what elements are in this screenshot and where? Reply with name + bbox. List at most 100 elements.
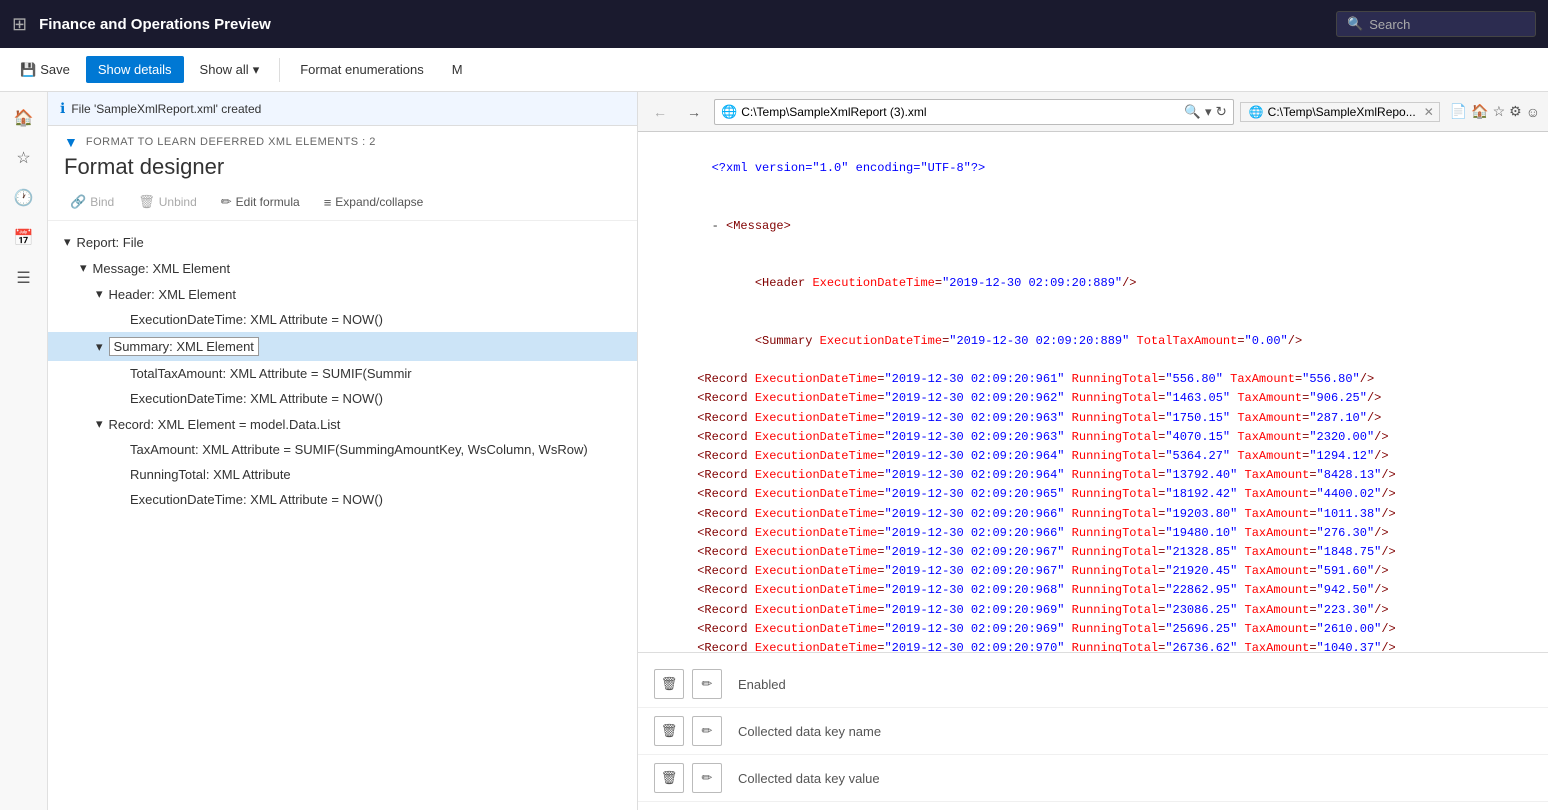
happy-face-icon[interactable]: ☺ bbox=[1526, 104, 1540, 120]
tab-close-icon[interactable]: ✕ bbox=[1424, 105, 1434, 119]
prop-row-enabled: 🗑 ✏ Enabled bbox=[638, 661, 1548, 708]
address-bar: 🌐 🔍 ▾ ↻ bbox=[714, 99, 1234, 125]
tree-item-selected[interactable]: ▾ Summary: XML Element bbox=[48, 332, 637, 361]
home-icon[interactable]: 🏠 bbox=[1471, 103, 1488, 120]
tree-item[interactable]: ▾ Header: XML Element bbox=[48, 281, 637, 307]
xml-records: <Record ExecutionDateTime="2019-12-30 02… bbox=[654, 370, 1532, 652]
tree-item[interactable]: ▾ Record: XML Element = model.Data.List bbox=[48, 411, 637, 437]
address-search-icon[interactable]: 🔍 bbox=[1184, 104, 1201, 120]
prop-delete-button-2[interactable]: 🗑 bbox=[654, 716, 684, 746]
more-button[interactable]: M bbox=[440, 56, 475, 83]
tree-item[interactable]: ▾ Message: XML Element bbox=[48, 255, 637, 281]
edit-formula-button[interactable]: ✏ Edit formula bbox=[215, 190, 306, 214]
trash-icon: 🗑 bbox=[138, 194, 155, 210]
save-button[interactable]: 💾 Save bbox=[8, 56, 82, 84]
new-tab-icon[interactable]: 📄 bbox=[1450, 103, 1467, 120]
search-input[interactable] bbox=[1369, 17, 1509, 32]
xml-record-line: <Record ExecutionDateTime="2019-12-30 02… bbox=[654, 428, 1532, 447]
address-input[interactable] bbox=[741, 105, 1180, 119]
link-icon: 🔗 bbox=[70, 194, 86, 210]
dropdown-icon: ▾ bbox=[253, 62, 260, 78]
tree-item[interactable]: ▾ Report: File bbox=[48, 229, 637, 255]
tree-item[interactable]: RunningTotal: XML Attribute bbox=[48, 462, 637, 487]
list-expand-icon: ≡ bbox=[324, 195, 332, 210]
address-dropdown-icon[interactable]: ▾ bbox=[1205, 104, 1212, 120]
xml-record-line: <Record ExecutionDateTime="2019-12-30 02… bbox=[654, 620, 1532, 639]
main-layout: 🏠 ☆ 🕐 📅 ☰ ℹ File 'SampleXmlReport.xml' c… bbox=[0, 92, 1548, 810]
prop-label-1: Enabled bbox=[738, 677, 786, 692]
xml-record-line: <Record ExecutionDateTime="2019-12-30 02… bbox=[654, 601, 1532, 620]
xml-record-line: <Record ExecutionDateTime="2019-12-30 02… bbox=[654, 466, 1532, 485]
tree-label: ExecutionDateTime: XML Attribute = NOW() bbox=[130, 312, 383, 327]
active-tab[interactable]: 🌐 C:\Temp\SampleXmlRepo... ✕ bbox=[1240, 102, 1440, 122]
settings-gear-icon[interactable]: ⚙ bbox=[1509, 103, 1522, 120]
action-bar: 🔗 Bind 🗑 Unbind ✏ Edit formula ≡ Expand/… bbox=[48, 184, 637, 221]
xml-record-line: <Record ExecutionDateTime="2019-12-30 02… bbox=[654, 524, 1532, 543]
prop-delete-button-1[interactable]: 🗑 bbox=[654, 669, 684, 699]
sidebar-list-icon[interactable]: ☰ bbox=[6, 260, 42, 296]
xml-line: - <Message> bbox=[654, 198, 1532, 256]
tree-item[interactable]: ExecutionDateTime: XML Attribute = NOW() bbox=[48, 307, 637, 332]
grid-icon[interactable]: ⊞ bbox=[12, 14, 27, 35]
tree-label: ExecutionDateTime: XML Attribute = NOW() bbox=[130, 492, 383, 507]
bind-button[interactable]: 🔗 Bind bbox=[64, 190, 120, 214]
format-enumerations-button[interactable]: Format enumerations bbox=[288, 56, 436, 83]
search-box[interactable]: 🔍 bbox=[1336, 11, 1536, 37]
designer-panel: ℹ File 'SampleXmlReport.xml' created ▼ F… bbox=[48, 92, 638, 810]
prop-edit-button-2[interactable]: ✏ bbox=[692, 716, 722, 746]
xml-record-line: <Record ExecutionDateTime="2019-12-30 02… bbox=[654, 639, 1532, 652]
xml-record-line: <Record ExecutionDateTime="2019-12-30 02… bbox=[654, 409, 1532, 428]
prop-edit-button-1[interactable]: ✏ bbox=[692, 669, 722, 699]
app-title: Finance and Operations Preview bbox=[39, 16, 1324, 33]
forward-button[interactable]: → bbox=[680, 98, 708, 126]
format-label: FORMAT TO LEARN DEFERRED XML ELEMENTS : … bbox=[86, 136, 376, 148]
sidebar-calendar-icon[interactable]: 📅 bbox=[6, 220, 42, 256]
show-all-button[interactable]: Show all ▾ bbox=[188, 56, 272, 84]
tree-label: TotalTaxAmount: XML Attribute = SUMIF(Su… bbox=[130, 366, 412, 381]
tree-label: ExecutionDateTime: XML Attribute = NOW() bbox=[130, 391, 383, 406]
prop-edit-button-3[interactable]: ✏ bbox=[692, 763, 722, 793]
sidebar-home-icon[interactable]: 🏠 bbox=[6, 100, 42, 136]
xml-line: <Summary ExecutionDateTime="2019-12-30 0… bbox=[654, 313, 1532, 371]
tab-address: C:\Temp\SampleXmlRepo... bbox=[1268, 105, 1416, 119]
prop-row-key-value: 🗑 ✏ Collected data key value bbox=[638, 755, 1548, 802]
toolbar: 💾 Save Show details Show all ▾ Format en… bbox=[0, 48, 1548, 92]
sidebar-strip: 🏠 ☆ 🕐 📅 ☰ bbox=[0, 92, 48, 810]
prop-delete-button-3[interactable]: 🗑 bbox=[654, 763, 684, 793]
xml-record-line: <Record ExecutionDateTime="2019-12-30 02… bbox=[654, 389, 1532, 408]
search-icon: 🔍 bbox=[1347, 16, 1363, 32]
back-button[interactable]: ← bbox=[646, 98, 674, 126]
xml-line: <?xml version="1.0" encoding="UTF-8"?> bbox=[654, 140, 1532, 198]
top-nav: ⊞ Finance and Operations Preview 🔍 bbox=[0, 0, 1548, 48]
pencil-icon: ✏ bbox=[221, 194, 232, 210]
designer-title-area: ▼ FORMAT TO LEARN DEFERRED XML ELEMENTS … bbox=[48, 126, 637, 184]
expand-icon: ▾ bbox=[96, 286, 103, 302]
tree-label: Record: XML Element = model.Data.List bbox=[109, 417, 341, 432]
ie-icon: 🌐 bbox=[721, 104, 737, 120]
filter-icon[interactable]: ▼ bbox=[64, 134, 78, 150]
unbind-button[interactable]: 🗑 Unbind bbox=[132, 190, 203, 214]
expand-collapse-button[interactable]: ≡ Expand/collapse bbox=[318, 191, 430, 214]
format-title: Format designer bbox=[64, 154, 621, 180]
tree-label: TaxAmount: XML Attribute = SUMIF(Summing… bbox=[130, 442, 588, 457]
tree-item[interactable]: TaxAmount: XML Attribute = SUMIF(Summing… bbox=[48, 437, 637, 462]
xml-declaration: <?xml version="1.0" encoding="UTF-8"?> bbox=[712, 161, 986, 175]
favorites-star-icon[interactable]: ☆ bbox=[1493, 103, 1506, 120]
refresh-icon[interactable]: ↻ bbox=[1216, 104, 1227, 120]
xml-record-line: <Record ExecutionDateTime="2019-12-30 02… bbox=[654, 485, 1532, 504]
tree-label: Report: File bbox=[77, 235, 144, 250]
tree-item[interactable]: ExecutionDateTime: XML Attribute = NOW() bbox=[48, 487, 637, 512]
tree-label: Header: XML Element bbox=[109, 287, 236, 302]
sidebar-star-icon[interactable]: ☆ bbox=[6, 140, 42, 176]
xml-record-line: <Record ExecutionDateTime="2019-12-30 02… bbox=[654, 581, 1532, 600]
prop-label-2: Collected data key name bbox=[738, 724, 881, 739]
show-details-button[interactable]: Show details bbox=[86, 56, 184, 83]
tree-item[interactable]: ExecutionDateTime: XML Attribute = NOW() bbox=[48, 386, 637, 411]
tree-label: Message: XML Element bbox=[93, 261, 231, 276]
tree-item[interactable]: TotalTaxAmount: XML Attribute = SUMIF(Su… bbox=[48, 361, 637, 386]
sidebar-clock-icon[interactable]: 🕐 bbox=[6, 180, 42, 216]
properties-section: 🗑 ✏ Enabled 🗑 ✏ Collected data key name … bbox=[638, 652, 1548, 810]
notification-bar: ℹ File 'SampleXmlReport.xml' created bbox=[48, 92, 637, 126]
tree-label: RunningTotal: XML Attribute bbox=[130, 467, 291, 482]
browser-bar: ← → 🌐 🔍 ▾ ↻ 🌐 C:\Temp\SampleXmlRepo... ✕… bbox=[638, 92, 1548, 132]
